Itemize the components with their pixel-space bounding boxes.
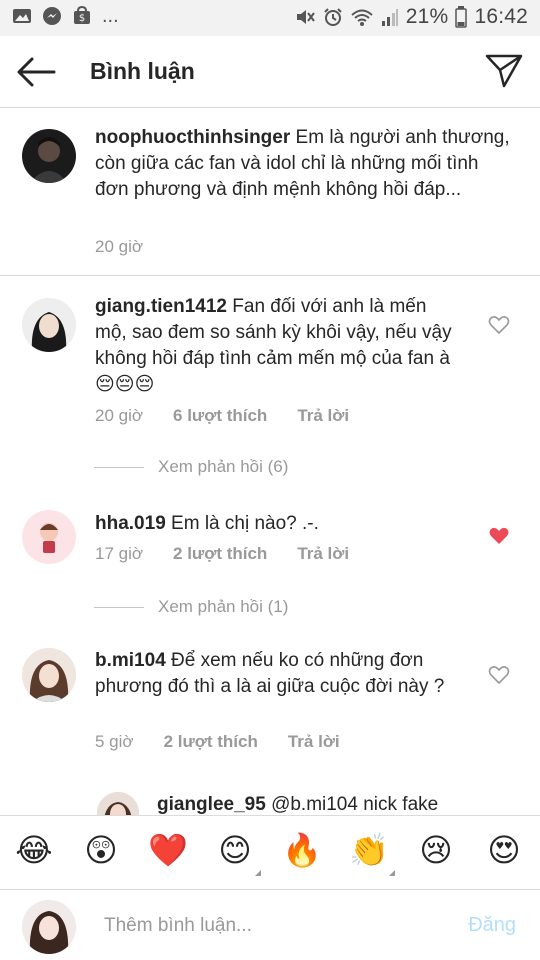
clap-emoji-icon: 👏 — [349, 831, 389, 869]
reply-button[interactable]: Trả lời — [297, 544, 349, 564]
reply-text: gianglee_95 @b.mi104 nick fake — [157, 792, 477, 815]
cartoon-avatar-icon — [23, 511, 75, 563]
status-bar: $ ... 21% 16:42 — [0, 0, 540, 36]
reply-button[interactable]: Trả lời — [288, 732, 340, 752]
my-avatar — [22, 900, 76, 954]
comment-time: 17 giờ — [95, 544, 144, 563]
shop-icon: $ — [74, 6, 90, 24]
emoji-button[interactable]: ❤️ — [148, 830, 188, 870]
emoji-button[interactable]: 😊 — [215, 830, 261, 876]
smile-emoji-icon: 😊 — [218, 831, 252, 869]
heart-emoji-icon: ❤️ — [148, 831, 188, 869]
reply-body: @b.mi104 nick fake — [271, 794, 439, 815]
emoji-quick-bar: 😂 😲 ❤️ 😊 🔥 👏 😢 😍 — [0, 815, 540, 889]
alarm-icon — [324, 8, 342, 26]
person-photo-icon — [30, 137, 68, 183]
comment-body: Em là chị nào? .-. — [171, 513, 319, 534]
more-notifications: ... — [102, 5, 119, 27]
comment-likes[interactable]: 2 lượt thích — [164, 732, 258, 752]
post-caption: noophuocthinhsinger Em là người anh thươ… — [0, 108, 540, 276]
fire-emoji-icon: 🔥 — [282, 831, 322, 869]
laugh-emoji-icon: 😂 — [15, 831, 53, 869]
battery-icon — [455, 6, 468, 28]
skin-tone-indicator — [389, 870, 395, 876]
svg-text:$: $ — [79, 13, 85, 24]
comment-meta: 20 giờ 6 lượt thích Trả lời — [95, 406, 349, 426]
emoji-button[interactable]: 😍 — [484, 830, 524, 870]
comment-meta: 17 giờ 2 lượt thích Trả lời — [95, 544, 349, 564]
messenger-icon — [43, 7, 61, 25]
cry-emoji-icon: 😢 — [419, 831, 453, 869]
caption-text: noophuocthinhsinger Em là người anh thươ… — [95, 125, 515, 203]
comment-text: giang.tien1412 Fan đối với anh là mến mộ… — [95, 294, 455, 398]
astonished-emoji-icon: 😲 — [84, 831, 118, 869]
comment-likes[interactable]: 6 lượt thích — [173, 406, 267, 426]
skin-tone-indicator — [255, 870, 261, 876]
avatar[interactable] — [97, 792, 139, 815]
avatar[interactable] — [22, 298, 76, 352]
divider — [94, 606, 144, 608]
comment-meta: 5 giờ 2 lượt thích Trả lời — [95, 732, 340, 752]
comment-text: hha.019 Em là chị nào? .-. — [95, 511, 455, 537]
comment-time: 20 giờ — [95, 406, 144, 425]
avatar[interactable] — [22, 129, 76, 183]
like-heart-icon[interactable] — [488, 665, 510, 685]
caption-username[interactable]: noophuocthinhsinger — [95, 127, 290, 148]
clock: 16:42 — [474, 5, 528, 28]
comment-username[interactable]: giang.tien1412 — [95, 296, 227, 317]
view-replies-label: Xem phản hồi (6) — [158, 457, 289, 476]
reply-username[interactable]: gianglee_95 — [157, 794, 266, 815]
back-arrow-icon[interactable] — [14, 54, 58, 90]
person-photo-icon — [22, 648, 76, 702]
reply-item: gianglee_95 @b.mi104 nick fake — [0, 788, 540, 815]
comment-likes[interactable]: 2 lượt thích — [173, 544, 267, 564]
view-replies-label: Xem phản hồi (1) — [158, 597, 289, 616]
person-photo-icon — [97, 792, 139, 815]
comment-time: 5 giờ — [95, 732, 134, 751]
battery-percent: 21% — [405, 5, 449, 28]
divider — [94, 466, 144, 468]
avatar[interactable] — [22, 510, 76, 564]
wifi-icon — [351, 9, 373, 26]
paper-plane-icon[interactable] — [484, 52, 524, 90]
view-replies[interactable]: Xem phản hồi (6) — [94, 457, 288, 477]
emoji-button[interactable]: 😲 — [81, 830, 121, 870]
liked-heart-icon[interactable] — [488, 526, 510, 546]
page-title: Bình luận — [90, 58, 195, 84]
person-photo-icon — [22, 298, 76, 352]
gallery-icon — [13, 9, 31, 23]
person-photo-icon — [22, 900, 76, 954]
signal-icon — [381, 9, 398, 26]
comment-username[interactable]: hha.019 — [95, 513, 166, 534]
heart-eyes-emoji-icon: 😍 — [487, 831, 521, 869]
post-button[interactable]: Đăng — [468, 914, 516, 937]
emoji-button[interactable]: 😂 — [14, 830, 54, 870]
emoji-button[interactable]: 🔥 — [282, 830, 322, 870]
caption-time: 20 giờ — [95, 237, 144, 256]
emoji-button[interactable]: 👏 — [349, 830, 395, 876]
avatar[interactable] — [22, 648, 76, 702]
comment-text: b.mi104 Để xem nếu ko có những đơn phươn… — [95, 648, 455, 700]
emoji-button[interactable]: 😢 — [416, 830, 456, 870]
header: Bình luận — [0, 36, 540, 108]
view-replies[interactable]: Xem phản hồi (1) — [94, 597, 288, 617]
mute-icon — [296, 10, 315, 24]
comment-input[interactable] — [104, 912, 434, 940]
comment-composer: Đăng — [0, 889, 540, 960]
comment-username[interactable]: b.mi104 — [95, 650, 166, 671]
reply-button[interactable]: Trả lời — [297, 406, 349, 426]
caption-meta: 20 giờ — [95, 237, 143, 257]
like-heart-icon[interactable] — [488, 315, 510, 335]
